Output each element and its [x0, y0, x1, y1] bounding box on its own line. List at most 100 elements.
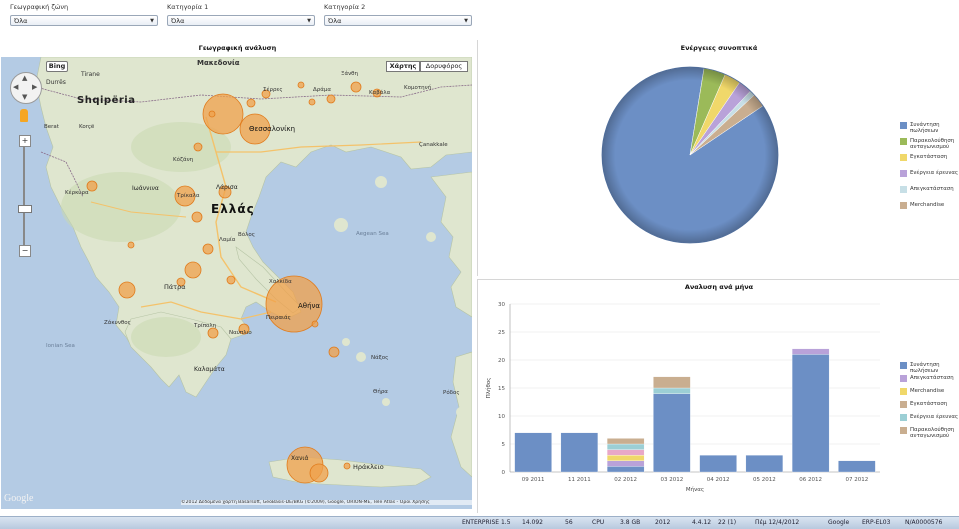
zoom-slider[interactable]	[23, 147, 25, 247]
map-type-satellite-button[interactable]: Δορυφόρος	[420, 61, 468, 72]
pie-legend: Συνάντηση πωλήσεων Παρακολούθηση ανταγωνι…	[900, 122, 959, 222]
legend-swatch	[900, 122, 907, 129]
legend-swatch	[900, 401, 907, 408]
map-label: Θεσσαλονίκη	[249, 125, 296, 133]
legend-label: Συνάντηση πωλήσεων	[910, 362, 940, 374]
x-tick-label: 07 2012	[846, 477, 869, 483]
legend-swatch	[900, 202, 907, 209]
taskbar-item[interactable]: 4.4.12	[692, 517, 711, 529]
zoom-slider-handle[interactable]	[18, 205, 32, 213]
bar-segment[interactable]	[791, 354, 830, 473]
filter-category2: Κατηγορία 2 Όλα ▼	[324, 2, 472, 26]
taskbar-item[interactable]: 14.092	[522, 517, 543, 529]
x-axis-label: Μήνας	[686, 486, 704, 493]
legend-swatch	[900, 138, 907, 145]
pan-control[interactable]: ▲ ▼ ◀ ▶	[10, 72, 42, 104]
taskbar-item[interactable]: 56	[565, 517, 573, 529]
map-label: Λαμία	[219, 237, 236, 243]
map-label: Ηράκλειο	[353, 463, 384, 471]
google-logo: Google	[4, 493, 34, 504]
bar-segment[interactable]	[606, 466, 645, 473]
bar-segment[interactable]	[606, 443, 645, 450]
map-label: Κέρκυρα	[65, 190, 89, 196]
x-tick-label: 09 2011	[522, 477, 545, 483]
filter-category1-label: Κατηγορία 1	[167, 3, 209, 11]
pan-right-icon[interactable]: ▶	[32, 83, 37, 91]
map-label: Πάτρα	[164, 283, 186, 291]
pan-up-icon[interactable]: ▲	[22, 74, 27, 82]
taskbar-item[interactable]: Ν/Α0000576	[905, 517, 942, 529]
taskbar-item[interactable]: CPU	[592, 517, 604, 529]
bar-segment[interactable]	[791, 348, 830, 355]
legend-label: Ενέργεια έρευνας	[910, 414, 959, 420]
map-label: Çanakkale	[419, 142, 448, 148]
taskbar-item[interactable]: 2012	[655, 517, 670, 529]
filter-region-select[interactable]: Όλα ▼	[10, 15, 158, 26]
bar-segment[interactable]	[514, 432, 552, 473]
map-label: Ναύπλιο	[229, 330, 252, 336]
map-label: Λάρισα	[216, 184, 238, 191]
map-copyright: ©2012 Δεδομένα χάρτη Basarsoft, GeoBasis…	[181, 500, 472, 505]
taskbar-item[interactable]: 3.8 GB	[620, 517, 640, 529]
bar-segment[interactable]	[653, 376, 691, 389]
taskbar-item[interactable]: 22 (1)	[718, 517, 736, 529]
chevron-down-icon: ▼	[150, 18, 154, 24]
pan-left-icon[interactable]: ◀	[13, 83, 18, 91]
legend-label: Merchandise	[910, 388, 945, 394]
map-label: Ελλάς	[211, 202, 255, 216]
y-tick-label: 30	[498, 302, 505, 308]
taskbar: ENTERPRISE 1.5 14.092 56 CPU 3.8 GB 2012…	[0, 516, 959, 529]
legend-swatch	[900, 414, 907, 421]
legend-label: Παρακολούθηση ανταγωνισμού	[910, 427, 955, 439]
map-label: Aegean Sea	[356, 231, 389, 237]
bing-button[interactable]: Bing	[46, 61, 68, 72]
map-view[interactable]: Μακεδονία Shqipëria Tirane Durrës Θεσσαλ…	[1, 57, 472, 509]
bar-segment[interactable]	[606, 449, 645, 456]
filter-category2-select[interactable]: Όλα ▼	[324, 15, 472, 26]
bar-segment[interactable]	[606, 460, 645, 467]
map-label: Τρίκαλα	[177, 193, 200, 199]
filter-region-value: Όλα	[14, 17, 28, 25]
street-view-pegman-icon[interactable]	[20, 109, 28, 122]
map-label: Βόλος	[238, 232, 255, 238]
filter-category1-select[interactable]: Όλα ▼	[167, 15, 315, 26]
zoom-out-button[interactable]: −	[19, 245, 31, 257]
map-type-map-button[interactable]: Χάρτης	[386, 61, 420, 72]
legend-swatch	[900, 154, 907, 161]
taskbar-item[interactable]: ERP-EL03	[862, 517, 890, 529]
taskbar-item[interactable]: ENTERPRISE 1.5	[462, 517, 511, 529]
map-label: Χαλκίδα	[269, 279, 292, 285]
taskbar-item[interactable]: Google	[828, 517, 849, 529]
map-label: Καβάλα	[369, 90, 391, 96]
taskbar-item[interactable]: Πέμ 12/4/2012	[755, 517, 799, 529]
bar-panel: Αναλυση ανά μήνα 0 5 10 15 20 25 30 09 2011 11 2…	[477, 279, 959, 513]
zoom-in-button[interactable]: +	[19, 135, 31, 147]
pie-panel-title: Ενέργειες συνοπτικά	[680, 44, 758, 52]
legend-swatch	[900, 170, 907, 177]
bar-segment[interactable]	[699, 455, 737, 473]
filter-region-label: Γεωγραφική ζώνη	[10, 3, 69, 11]
map-label: Durrës	[46, 79, 66, 86]
legend-label: Απεγκατάσταση	[910, 186, 954, 192]
x-tick-label: 02 2012	[614, 477, 637, 483]
pan-down-icon[interactable]: ▼	[22, 93, 27, 101]
bar-segment[interactable]	[606, 455, 645, 461]
bar-segment[interactable]	[606, 438, 645, 445]
bar-segment[interactable]	[560, 432, 599, 473]
map-label: Μακεδονία	[197, 59, 240, 67]
bar-segment[interactable]	[838, 460, 876, 473]
bar-segment[interactable]	[653, 387, 691, 394]
pie-panel: Ενέργειες συνοπτικά Συνάντηση πωλήσεων Πα…	[477, 40, 959, 276]
y-tick-label: 20	[498, 358, 505, 364]
legend-swatch	[900, 362, 907, 369]
map-panel-title: Γεωγραφική ανάλυση	[198, 44, 277, 52]
map-label: Πειραιάς	[266, 315, 291, 321]
x-tick-label: 06 2012	[799, 477, 822, 483]
pie-chart	[601, 66, 779, 244]
legend-label: Εγκατάσταση	[910, 401, 948, 407]
bar-segment[interactable]	[653, 393, 691, 473]
map-label: Κομοτηνή	[404, 85, 432, 91]
bar-segment[interactable]	[745, 455, 784, 473]
y-tick-label: 0	[502, 470, 506, 476]
map-canvas	[1, 57, 472, 509]
